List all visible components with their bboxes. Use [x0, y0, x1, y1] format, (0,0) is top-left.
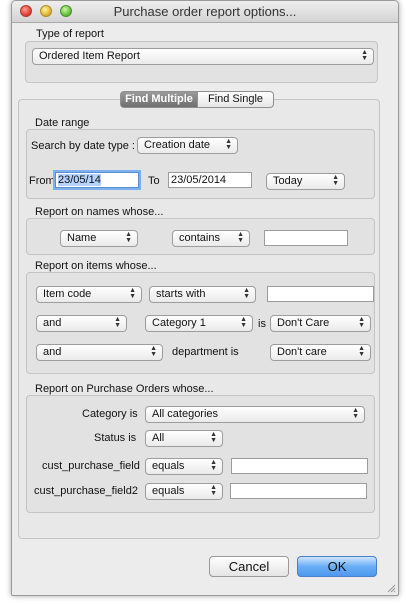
- item-field-value: Item code: [43, 288, 92, 300]
- to-date-value: 23/05/2014: [171, 174, 227, 186]
- report-type-value: Ordered Item Report: [39, 50, 140, 62]
- from-date-value: 23/05/14: [58, 174, 101, 186]
- department-is-label: department is: [172, 346, 239, 358]
- item-conj-select-1[interactable]: and ▲ ▼: [36, 315, 127, 332]
- select-arrows-icon: ▲ ▼: [210, 459, 217, 472]
- po-category-value: All categories: [152, 408, 219, 420]
- date-type-select[interactable]: Creation date ▲ ▼: [137, 137, 238, 154]
- names-section-label: Report on names whose...: [35, 206, 164, 218]
- report-type-select[interactable]: Ordered Item Report ▲ ▼: [32, 48, 374, 65]
- item-value-field[interactable]: [267, 286, 374, 302]
- resize-grip-icon[interactable]: [386, 583, 396, 593]
- window-title: Purchase order report options...: [113, 4, 297, 19]
- to-label: To: [148, 175, 160, 187]
- select-arrows-icon: ▲ ▼: [358, 316, 365, 329]
- item-category-value: Category 1: [152, 317, 206, 329]
- cust-purchase-field2-value-field[interactable]: [230, 483, 367, 499]
- purchase-orders-section-label: Report on Purchase Orders whose...: [35, 383, 214, 395]
- select-arrows-icon: ▲ ▼: [361, 49, 368, 62]
- po-status-select[interactable]: All ▲ ▼: [145, 430, 223, 447]
- date-type-value: Creation date: [144, 139, 211, 151]
- cust-purchase-field-value-field[interactable]: [231, 458, 368, 474]
- to-date-field[interactable]: 23/05/2014: [168, 172, 252, 188]
- po-category-select[interactable]: All categories ▲ ▼: [145, 406, 365, 423]
- name-value-field[interactable]: [264, 230, 348, 246]
- select-arrows-icon: ▲ ▼: [225, 138, 232, 151]
- select-arrows-icon: ▲ ▼: [210, 431, 217, 444]
- select-arrows-icon: ▲ ▼: [237, 231, 244, 244]
- items-section-label: Report on items whose...: [35, 260, 157, 272]
- tab-find-multiple[interactable]: Find Multiple: [120, 91, 198, 108]
- select-arrows-icon: ▲ ▼: [358, 345, 365, 358]
- select-arrows-icon: ▲ ▼: [129, 287, 136, 300]
- select-arrows-icon: ▲ ▼: [125, 231, 132, 244]
- item-conj-value-2: and: [43, 346, 62, 358]
- status-is-label: Status is: [94, 432, 137, 444]
- cust-purchase-field-label: cust_purchase_field: [42, 460, 140, 472]
- date-range-label: Date range: [35, 117, 90, 129]
- select-arrows-icon: ▲ ▼: [150, 345, 157, 358]
- tab-find-single[interactable]: Find Single: [198, 91, 274, 108]
- select-arrows-icon: ▲ ▼: [332, 174, 339, 187]
- department-value: Don't care: [277, 346, 327, 358]
- from-date-field[interactable]: 23/05/14: [55, 172, 139, 188]
- item-category-condition-value: Don't Care: [277, 317, 330, 329]
- cust-purchase-field2-operator-select[interactable]: equals ▲ ▼: [145, 483, 223, 500]
- department-select[interactable]: Don't care ▲ ▼: [270, 344, 371, 361]
- select-arrows-icon: ▲ ▼: [114, 316, 121, 329]
- item-conj-select-2[interactable]: and ▲ ▼: [36, 344, 163, 361]
- item-operator-select[interactable]: starts with ▲ ▼: [149, 286, 256, 303]
- cust-purchase-field2-label: cust_purchase_field2: [34, 485, 138, 497]
- name-operator-select[interactable]: contains ▲ ▼: [172, 230, 250, 247]
- type-of-report-label: Type of report: [36, 28, 104, 40]
- po-status-value: All: [152, 432, 165, 444]
- select-arrows-icon: ▲ ▼: [240, 316, 247, 329]
- item-conj-value-1: and: [43, 317, 62, 329]
- name-field-select[interactable]: Name ▲ ▼: [60, 230, 138, 247]
- cust-purchase-field-operator-select[interactable]: equals ▲ ▼: [145, 458, 223, 475]
- title-bar[interactable]: Purchase order report options...: [12, 1, 398, 23]
- category-is-label: Category is: [82, 408, 138, 420]
- item-category-select[interactable]: Category 1 ▲ ▼: [145, 315, 253, 332]
- name-operator-value: contains: [179, 232, 220, 244]
- name-field-value: Name: [67, 232, 97, 244]
- select-arrows-icon: ▲ ▼: [352, 407, 359, 420]
- dialog-window: Purchase order report options... Type of…: [11, 0, 399, 596]
- item-operator-value: starts with: [156, 288, 206, 300]
- item-field-select[interactable]: Item code ▲ ▼: [36, 286, 142, 303]
- is-label: is: [258, 318, 266, 330]
- from-label: From: [29, 175, 55, 187]
- cust-purchase-field2-operator-value: equals: [152, 485, 185, 497]
- select-arrows-icon: ▲ ▼: [243, 287, 250, 300]
- date-preset-value: Today: [273, 175, 303, 187]
- date-preset-select[interactable]: Today ▲ ▼: [266, 173, 345, 190]
- ok-button[interactable]: OK: [297, 556, 377, 577]
- cancel-button[interactable]: Cancel: [209, 556, 289, 577]
- search-by-date-type-label: Search by date type :: [31, 140, 135, 152]
- item-category-condition-select[interactable]: Don't Care ▲ ▼: [270, 315, 371, 332]
- cust-purchase-field-operator-value: equals: [152, 460, 185, 472]
- select-arrows-icon: ▲ ▼: [210, 484, 217, 497]
